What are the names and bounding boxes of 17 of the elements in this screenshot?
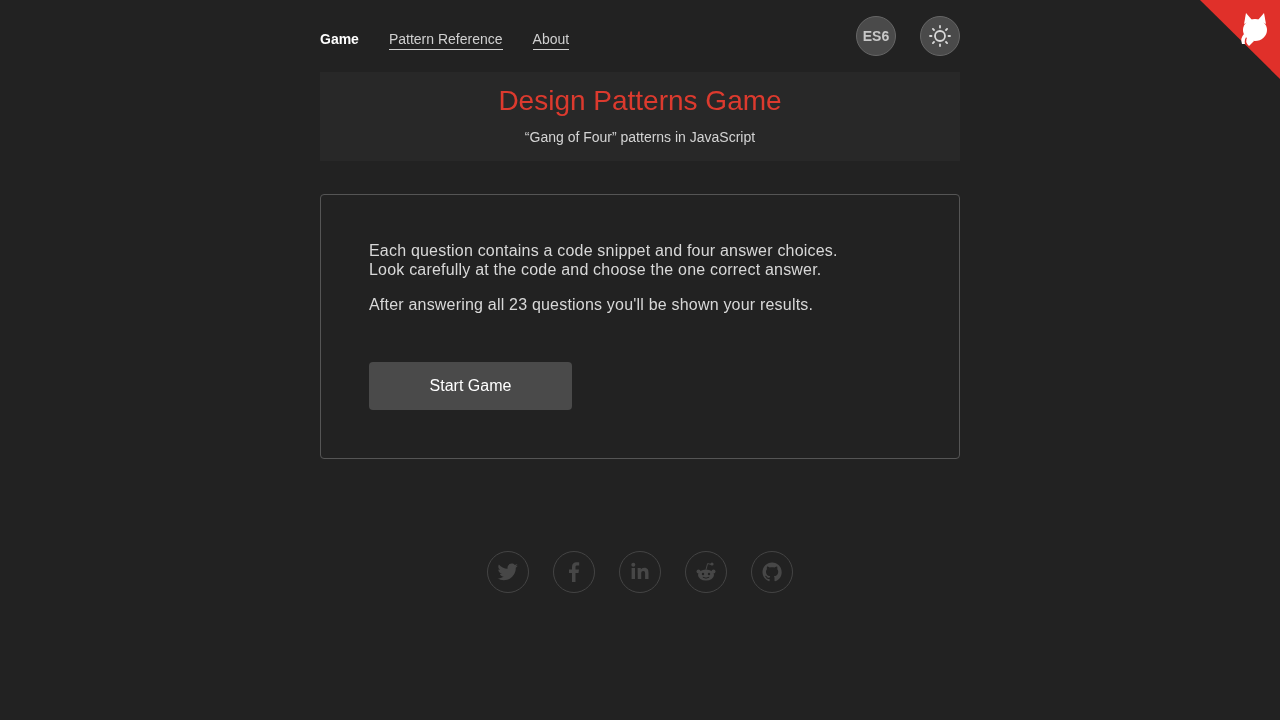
github-icon[interactable]	[751, 551, 793, 593]
page-title: Design Patterns Game	[498, 85, 782, 117]
nav-link[interactable]: Game	[320, 30, 359, 50]
nav-link[interactable]: Pattern Reference	[388, 30, 503, 50]
intro-text: Each question contains a code snippet and four answer choices. Look carefully at the code and choose the one correct answer.	[369, 241, 839, 279]
page-subtitle: “Gang of Four” patterns in JavaScript	[524, 128, 756, 147]
twitter-icon[interactable]	[487, 551, 529, 593]
intro-text: After answering all 23 questions you'll be shown your results.	[369, 295, 815, 314]
start-game-button[interactable]: Start Game	[369, 362, 572, 410]
nav-link[interactable]: About	[532, 30, 570, 50]
cat-ribbon-icon[interactable]	[1200, 0, 1280, 80]
linkedin-icon[interactable]	[619, 551, 661, 593]
reddit-icon[interactable]	[685, 551, 727, 593]
facebook-icon[interactable]	[553, 551, 595, 593]
theme-toggle-button[interactable]	[920, 16, 960, 56]
es6-toggle-button[interactable]: ES6	[856, 16, 896, 56]
sun-icon	[929, 25, 951, 47]
